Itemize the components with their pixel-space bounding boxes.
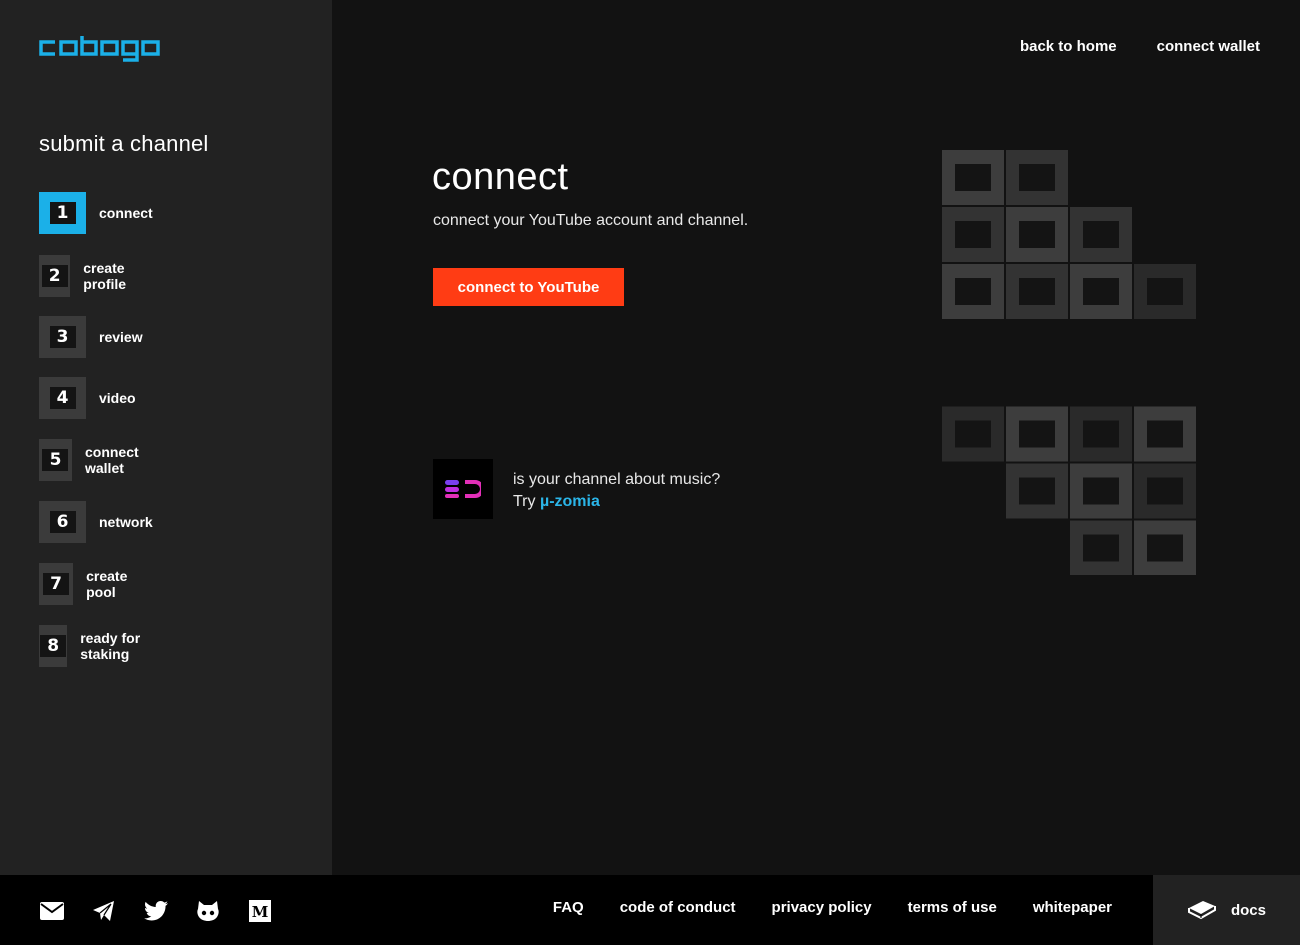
deco-tile-inner (1083, 420, 1119, 448)
step-create-profile[interactable]: 2 create profile (39, 255, 142, 297)
decorative-blocks (942, 150, 1202, 580)
deco-tile-inner (1019, 477, 1055, 505)
back-to-home-link[interactable]: back to home (1020, 38, 1117, 55)
deco-tile-inner (955, 420, 991, 448)
step-number: 4 (49, 387, 76, 409)
cobogo-logo[interactable] (39, 34, 161, 64)
deco-tile-inner (1083, 278, 1119, 305)
music-prompt: is your channel about music? Try µ-zomia (513, 469, 720, 513)
social-links: M (40, 899, 272, 923)
mu-zomia-logo[interactable] (433, 459, 493, 519)
deco-tile-inner (955, 221, 991, 248)
deco-tile-inner (1019, 420, 1055, 448)
step-number-badge: 1 (39, 192, 86, 234)
footer-links: FAQ code of conduct privacy policy terms… (553, 899, 1112, 916)
svg-text:M: M (252, 903, 269, 921)
step-number: 3 (49, 326, 76, 348)
step-number: 6 (49, 511, 76, 533)
step-label: create profile (83, 260, 127, 292)
terms-of-use-link[interactable]: terms of use (908, 899, 997, 916)
code-of-conduct-link[interactable]: code of conduct (620, 899, 736, 916)
deco-tile-inner (1147, 477, 1183, 505)
whitepaper-link[interactable]: whitepaper (1033, 899, 1112, 916)
step-number: 2 (41, 265, 68, 287)
step-video[interactable]: 4 video (39, 377, 136, 419)
step-label: video (99, 390, 136, 406)
sidebar: submit a channel 1 connect 2 create prof… (0, 0, 332, 875)
docs-label: docs (1230, 901, 1266, 919)
deco-tile-inner (955, 278, 991, 305)
step-number-badge: 6 (39, 501, 86, 543)
step-number-badge: 3 (39, 316, 86, 358)
step-label: connect wallet (84, 444, 139, 476)
step-number-badge: 4 (39, 377, 86, 419)
deco-tile-inner (1147, 534, 1183, 562)
step-number: 8 (40, 635, 67, 657)
mu-zomia-icon (445, 480, 481, 498)
sidebar-title: submit a channel (39, 131, 209, 156)
deco-tile-inner (1083, 534, 1119, 562)
step-number-badge: 5 (39, 439, 72, 481)
connect-wallet-link[interactable]: connect wallet (1157, 38, 1260, 55)
docs-book-icon (1187, 901, 1216, 920)
deco-tile-inner (955, 164, 991, 191)
connect-youtube-button[interactable]: connect to YouTube (433, 268, 624, 306)
github-icon[interactable] (196, 899, 220, 923)
step-connect[interactable]: 1 connect (39, 192, 153, 234)
step-label: ready for staking (80, 630, 141, 662)
mu-zomia-link[interactable]: µ-zomia (540, 493, 600, 510)
twitter-icon[interactable] (144, 899, 168, 923)
page-title: connect (432, 156, 569, 198)
mail-icon[interactable] (40, 899, 64, 923)
top-nav: back to home connect wallet (1020, 38, 1260, 55)
deco-tile-inner (1147, 278, 1183, 305)
step-number: 7 (43, 573, 70, 595)
step-label: create pool (86, 568, 128, 600)
deco-tile-inner (1019, 278, 1055, 305)
step-network[interactable]: 6 network (39, 501, 153, 543)
step-ready-for-staking[interactable]: 8 ready for staking (39, 625, 148, 667)
music-try-text: Try (513, 493, 536, 510)
deco-tile-inner (1147, 420, 1183, 448)
step-number-badge: 8 (39, 625, 68, 667)
step-number: 5 (42, 449, 69, 471)
deco-tile-inner (1019, 164, 1055, 191)
telegram-icon[interactable] (92, 899, 116, 923)
medium-icon[interactable]: M (248, 899, 272, 923)
step-review[interactable]: 3 review (39, 316, 143, 358)
step-label: review (99, 329, 143, 345)
faq-link[interactable]: FAQ (553, 899, 584, 916)
docs-button[interactable]: docs (1153, 875, 1300, 945)
step-label: connect (99, 205, 153, 221)
step-number: 1 (49, 202, 76, 224)
page-subtitle: connect your YouTube account and channel… (433, 212, 749, 229)
step-number-badge: 2 (39, 255, 71, 297)
step-label: network (99, 514, 153, 530)
step-number-badge: 7 (39, 563, 74, 605)
step-create-pool[interactable]: 7 create pool (39, 563, 140, 605)
music-question: is your channel about music? (513, 471, 721, 488)
music-try-line: Try µ-zomia (513, 491, 720, 513)
deco-tile-inner (1083, 221, 1119, 248)
privacy-policy-link[interactable]: privacy policy (772, 899, 872, 916)
deco-tile-inner (1019, 221, 1055, 248)
deco-tile-inner (1083, 477, 1119, 505)
step-connect-wallet[interactable]: 5 connect wallet (39, 439, 153, 481)
